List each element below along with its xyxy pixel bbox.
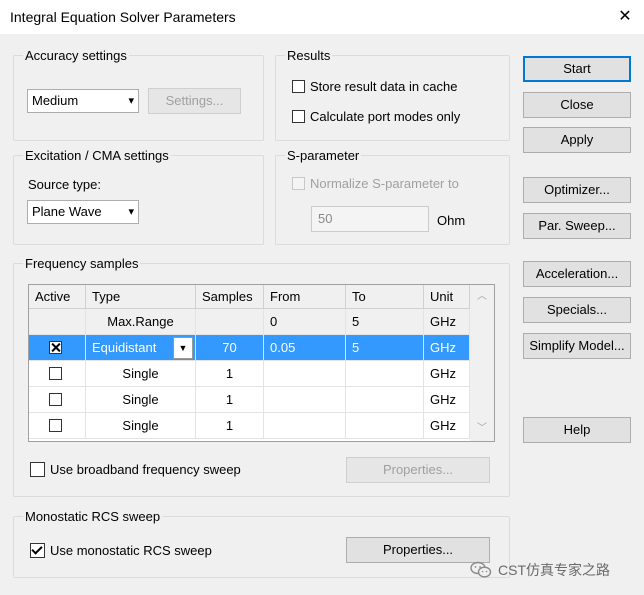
cell-from[interactable]	[264, 413, 346, 439]
accuracy-settings-button[interactable]: Settings...	[148, 88, 241, 114]
cell-samples[interactable]	[196, 309, 264, 335]
cell-from[interactable]: 0	[264, 309, 346, 335]
simplify-model-button[interactable]: Simplify Model...	[523, 333, 631, 359]
broadband-sweep-label: Use broadband frequency sweep	[50, 462, 241, 477]
table-scrollbar[interactable]: ︿ ﹀	[470, 285, 494, 441]
scroll-down-icon[interactable]: ﹀	[470, 419, 494, 439]
cell-type[interactable]: Single	[86, 361, 196, 387]
source-type-select[interactable]: Plane Wave ▾	[27, 200, 139, 224]
cell-unit[interactable]: GHz	[424, 361, 470, 387]
cell-to[interactable]	[346, 361, 424, 387]
window-title: Integral Equation Solver Parameters	[10, 9, 236, 25]
cell-samples[interactable]: 70	[196, 335, 264, 361]
close-icon[interactable]: ✕	[612, 4, 638, 30]
close-button[interactable]: Close	[523, 92, 631, 118]
checkbox-box[interactable]	[49, 367, 62, 380]
column-header-active[interactable]: Active	[29, 285, 86, 309]
normalize-sparam-checkbox[interactable]: Normalize S-parameter to	[292, 176, 459, 191]
checkbox-box[interactable]	[292, 110, 305, 123]
cell-to[interactable]	[346, 387, 424, 413]
cell-unit[interactable]: GHz	[424, 387, 470, 413]
sparam-group-label: S-parameter	[285, 148, 362, 163]
port-modes-checkbox[interactable]: Calculate port modes only	[292, 109, 460, 124]
column-header-to[interactable]: To	[346, 285, 424, 309]
accuracy-select-value: Medium	[32, 93, 79, 108]
cell-to[interactable]: 5	[346, 335, 424, 361]
store-cache-label: Store result data in cache	[310, 79, 458, 94]
scroll-up-icon[interactable]: ︿	[470, 287, 494, 307]
store-cache-checkbox[interactable]: Store result data in cache	[292, 79, 457, 94]
cell-samples[interactable]: 1	[196, 361, 264, 387]
cell-active[interactable]	[29, 335, 86, 361]
results-group: Results	[275, 48, 510, 141]
cell-active[interactable]	[29, 387, 86, 413]
cell-samples[interactable]: 1	[196, 413, 264, 439]
cell-type[interactable]: Single	[86, 413, 196, 439]
source-type-value: Plane Wave	[32, 204, 102, 219]
chevron-down-icon[interactable]: ▼	[173, 337, 193, 359]
cell-active[interactable]	[29, 413, 86, 439]
cell-from[interactable]	[264, 387, 346, 413]
acceleration-button[interactable]: Acceleration...	[523, 261, 631, 287]
cell-from[interactable]	[264, 361, 346, 387]
checkbox-box[interactable]	[49, 393, 62, 406]
frequency-group-label: Frequency samples	[23, 256, 141, 271]
cell-to[interactable]: 5	[346, 309, 424, 335]
checkbox-box[interactable]	[292, 177, 305, 190]
sparam-unit-label: Ohm	[437, 213, 466, 228]
cell-type[interactable]: Single	[86, 387, 196, 413]
chevron-down-icon: ▾	[128, 95, 134, 107]
cell-to[interactable]	[346, 413, 424, 439]
specials-button[interactable]: Specials...	[523, 297, 631, 323]
help-button[interactable]: Help	[523, 417, 631, 443]
par-sweep-button[interactable]: Par. Sweep...	[523, 213, 631, 239]
cell-samples[interactable]: 1	[196, 387, 264, 413]
wechat-icon	[470, 561, 492, 578]
accuracy-select[interactable]: Medium ▾	[27, 89, 139, 113]
cell-active[interactable]	[29, 309, 86, 335]
sparam-impedance-field[interactable]: 50	[311, 206, 429, 232]
rcs-properties-button[interactable]: Properties...	[346, 537, 490, 563]
results-group-label: Results	[285, 48, 333, 63]
excitation-group-label: Excitation / CMA settings	[23, 148, 171, 163]
rcs-group-label: Monostatic RCS sweep	[23, 509, 163, 524]
checkbox-box[interactable]	[30, 462, 45, 477]
frequency-table: Active Type Samples From To Unit Max.Ran…	[28, 284, 495, 442]
column-header-unit[interactable]: Unit	[424, 285, 470, 309]
accuracy-group-label: Accuracy settings	[23, 48, 129, 63]
optimizer-button[interactable]: Optimizer...	[523, 177, 631, 203]
port-modes-label: Calculate port modes only	[310, 109, 461, 124]
column-header-type[interactable]: Type	[86, 285, 196, 309]
chevron-down-icon: ▾	[128, 206, 134, 218]
cell-type[interactable]: Max.Range	[86, 309, 196, 335]
cell-unit[interactable]: GHz	[424, 413, 470, 439]
cell-unit[interactable]: GHz	[424, 335, 470, 361]
normalize-sparam-label: Normalize S-parameter to	[310, 176, 459, 191]
checkbox-checked-icon[interactable]	[49, 341, 62, 354]
rcs-sweep-label: Use monostatic RCS sweep	[50, 543, 212, 558]
watermark-text: CST仿真专家之路	[498, 562, 610, 578]
cell-active[interactable]	[29, 361, 86, 387]
apply-button[interactable]: Apply	[523, 127, 631, 153]
cell-type[interactable]: Equidistant ▼	[86, 335, 196, 361]
broadband-properties-button[interactable]: Properties...	[346, 457, 490, 483]
column-header-samples[interactable]: Samples	[196, 285, 264, 309]
rcs-sweep-checkbox[interactable]: Use monostatic RCS sweep	[30, 543, 212, 558]
column-header-from[interactable]: From	[264, 285, 346, 309]
cell-unit[interactable]: GHz	[424, 309, 470, 335]
watermark: CST仿真专家之路	[470, 560, 610, 580]
broadband-sweep-checkbox[interactable]: Use broadband frequency sweep	[30, 462, 241, 477]
cell-from[interactable]: 0.05	[264, 335, 346, 361]
cell-type-value: Equidistant	[92, 340, 157, 355]
title-bar: Integral Equation Solver Parameters ✕	[0, 0, 644, 34]
checkbox-checked-icon[interactable]	[30, 543, 45, 558]
start-button[interactable]: Start	[523, 56, 631, 82]
source-type-label: Source type:	[28, 177, 101, 192]
checkbox-box[interactable]	[49, 419, 62, 432]
checkbox-box[interactable]	[292, 80, 305, 93]
